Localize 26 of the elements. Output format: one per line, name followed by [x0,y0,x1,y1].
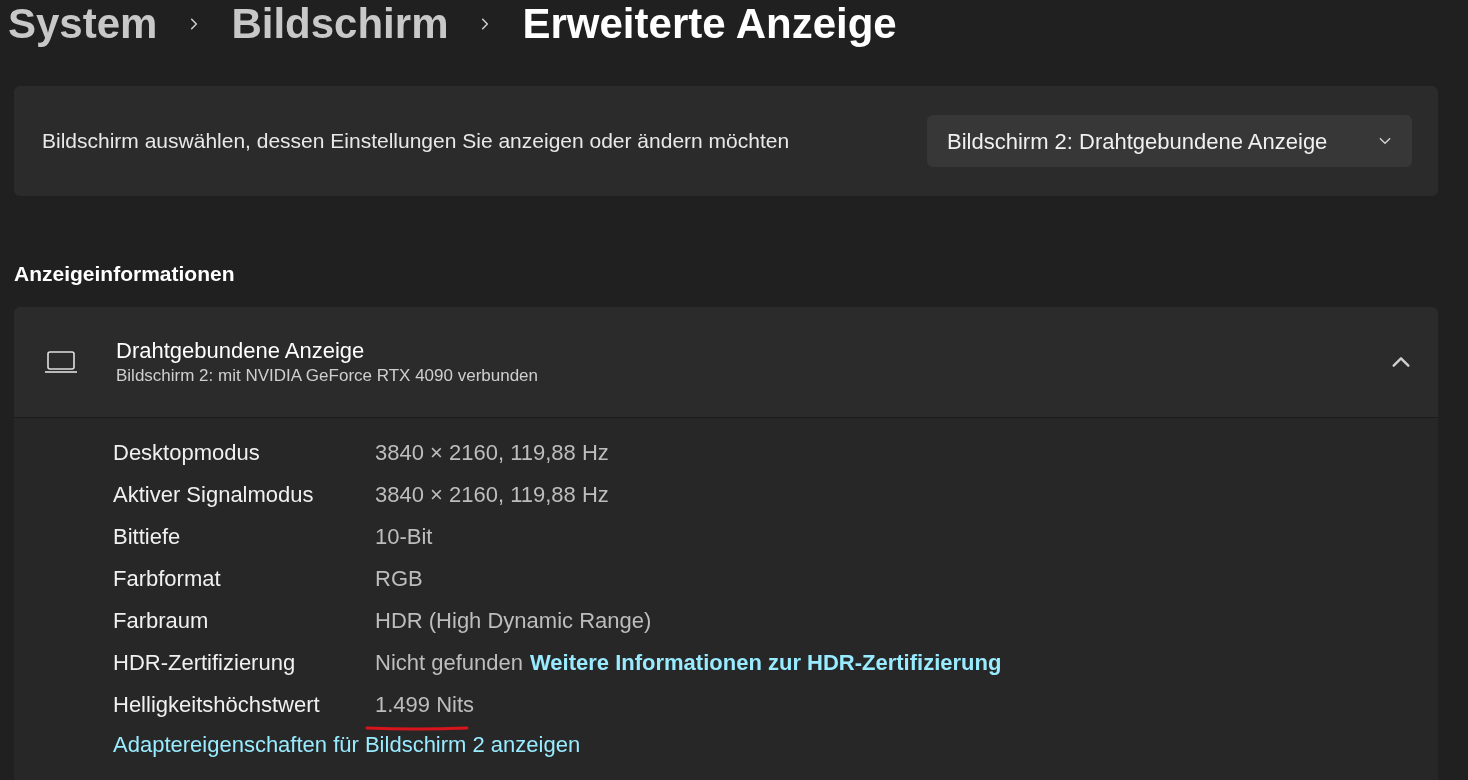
info-label: Desktopmodus [113,439,261,467]
info-value: 1.499 Nits [375,692,475,717]
info-label: HDR-Zertifizierung [113,649,297,677]
info-label: Aktiver Signalmodus [113,481,315,509]
section-heading: Anzeigeinformationen [14,261,236,287]
laptop-icon [44,348,78,375]
display-dropdown[interactable]: Bildschirm 2: Drahtgebundene Anzeige [927,115,1412,167]
info-link[interactable]: Weitere Informationen zur HDR-Zertifizierung [530,646,1002,679]
display-card-header[interactable]: Drahtgebundene Anzeige Bildschirm 2: mit NVIDIA GeForce RTX 4090 verbunden [14,306,1438,418]
info-value: Nicht gefunden [375,650,523,675]
info-value: 10-Bit [375,524,433,549]
display-title: Drahtgebundene Anzeige [116,337,366,365]
breadcrumb-item[interactable]: Bildschirm [231,3,449,45]
setting-label: Bildschirm auswählen, dessen Einstellungen Sie anzeigen oder ändern möchten [42,128,790,155]
adapter-properties-link[interactable]: Adaptereigenschaften für Bildschirm 2 anzeigen [113,727,581,761]
info-value: 3840 × 2160, 119,88 Hz [375,440,609,465]
info-label: Bittiefe [113,523,182,551]
breadcrumb-item: Erweiterte Anzeige [522,3,897,45]
info-value: RGB [375,566,423,591]
info-value: HDR (High Dynamic Range) [375,608,652,633]
info-label: Helligkeitshöchstwert [113,691,321,719]
info-value: 3840 × 2160, 119,88 Hz [375,482,609,507]
info-label: Farbformat [113,565,222,593]
display-subtitle: Bildschirm 2: mit NVIDIA GeForce RTX 4090 verbunden [116,364,540,386]
info-label: Farbraum [113,607,210,635]
breadcrumb-item[interactable]: System [8,3,158,45]
